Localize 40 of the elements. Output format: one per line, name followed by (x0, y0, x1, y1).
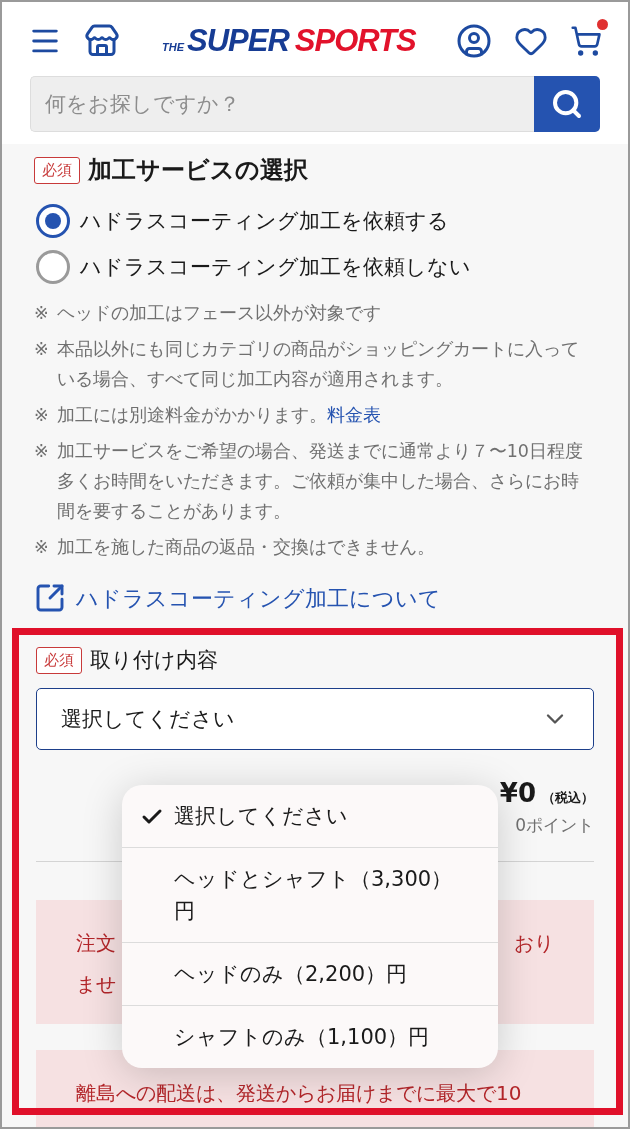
alert-text: ませ (76, 971, 116, 998)
note-text: 本品以外にも同じカテゴリの商品がショッピングカートに入っている場合、すべて同じ加工内容が適用されます。 (56, 338, 580, 391)
note-text: 加工には別途料金がかかります。料金表 (56, 404, 381, 427)
dropdown-option[interactable]: 選択してください (122, 785, 498, 847)
field-label: 取り付け内容 (90, 647, 218, 674)
required-badge: 必須 (36, 646, 82, 674)
radio-button[interactable] (36, 250, 70, 284)
alert-text: 注文 (76, 930, 116, 957)
search-icon (551, 88, 583, 120)
radio-button[interactable] (36, 204, 70, 238)
cart-icon[interactable] (570, 25, 602, 57)
radio-label[interactable]: ハドラスコーティング加工を依頼する (80, 207, 449, 235)
note-text: 加工サービスをご希望の場合、発送までに通常より７〜10日程度多くお時間をいただきます。ご依頼が集中した場合、さらにお時間を要することがあります。 (56, 440, 584, 523)
points: 0ポイント (515, 814, 594, 837)
tax-note: （税込） (542, 789, 594, 807)
dropdown-option[interactable]: シャフトのみ（1,100）円 (122, 1005, 498, 1068)
section-title: 加工サービスの選択 (88, 155, 308, 186)
note-mark: ※ (34, 536, 49, 559)
install-select[interactable]: 選択してください (36, 688, 594, 750)
note-mark: ※ (34, 440, 49, 463)
search-field[interactable]: 何をお探しですか？ (30, 76, 534, 132)
dropdown-option[interactable]: ヘッドとシャフト（3,300）円 (122, 847, 498, 942)
coating-info-link[interactable]: ハドラスコーティング加工について (34, 582, 596, 614)
external-link-icon (34, 582, 66, 614)
required-badge: 必須 (34, 156, 80, 184)
store-icon[interactable] (84, 23, 120, 59)
note-mark: ※ (34, 338, 49, 361)
alert-text: 離島への配送は、発送からお届けまでに最大で10 (76, 1080, 522, 1107)
note-mark: ※ (34, 302, 49, 325)
note-mark: ※ (34, 404, 49, 427)
price: ¥0 (499, 778, 536, 808)
note-text: ヘッドの加工はフェース以外が対象です (56, 302, 381, 325)
radio-label[interactable]: ハドラスコーティング加工を依頼しない (80, 253, 471, 281)
account-icon[interactable] (456, 23, 492, 59)
price-table-link[interactable]: 料金表 (326, 405, 381, 425)
search-button[interactable] (534, 76, 600, 132)
dropdown-option[interactable]: ヘッドのみ（2,200）円 (122, 942, 498, 1005)
alert-text: おり (514, 930, 554, 957)
note-text: 加工を施した商品の返品・交換はできません。 (56, 536, 435, 559)
logo[interactable]: THESUPER SPORTS (162, 23, 434, 59)
